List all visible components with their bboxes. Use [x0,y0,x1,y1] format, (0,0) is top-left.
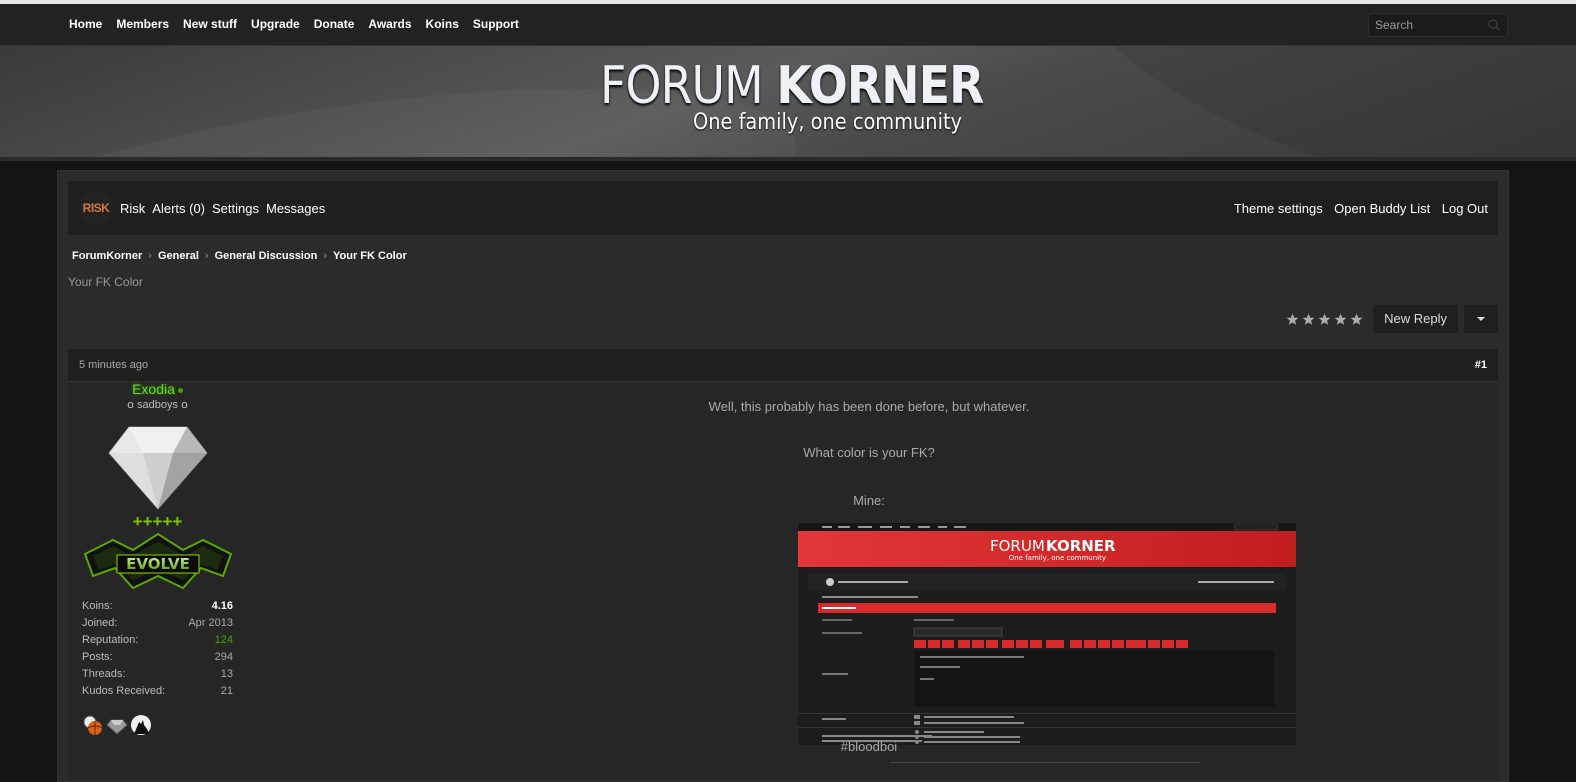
star-icon[interactable] [1334,313,1347,326]
stat-label: Posts: [82,651,113,663]
post-text-line: Well, this probably has been done before… [708,399,1030,414]
stat-label: Reputation: [82,634,139,646]
post-text-line: Mine: [853,493,885,508]
breadcrumb-general[interactable]: General [158,250,199,262]
post-header: 5 minutes ago #1 [68,349,1498,382]
stat-value: 21 [220,685,233,697]
star-icon[interactable] [1350,313,1363,326]
chevron-right-icon: › [323,250,327,262]
stat-value: 4.16 [211,600,233,612]
username-link[interactable]: Risk [120,201,145,216]
thread-toolbar: New Reply [1283,305,1498,333]
wolf-moon-award-icon[interactable] [130,714,152,736]
nav-new-stuff[interactable]: New stuff [176,4,244,45]
logo-tagline: One family, one community [693,110,962,135]
settings-link[interactable]: Settings [212,201,259,216]
breadcrumb-forumkorner[interactable]: ForumKorner [72,250,142,262]
post-number-link[interactable]: #1 [1475,359,1487,371]
author-stats: Koins: 4.16 Joined: Apr 2013 Reputation: 12… [80,598,235,700]
new-reply-button[interactable]: New Reply [1373,305,1458,333]
thread-title: Your FK Color [68,275,143,289]
stat-row: Posts: 294 [80,649,235,666]
post-hashtag: #bloodboi [840,739,898,754]
signature-divider [890,762,1200,763]
nav-koins[interactable]: Koins [419,4,466,45]
stat-value: 13 [220,668,233,680]
nav-awards[interactable]: Awards [361,4,418,45]
forum-banner: FORUM KORNER One family, one community [0,46,1576,161]
author-name-text: Exodia [132,381,175,397]
author-awards [80,714,235,736]
screenshot-image: FORUM KORNER One family, one community [798,523,1296,745]
stat-row: Joined: Apr 2013 [80,615,235,632]
user-avatar[interactable]: RISK [78,190,114,226]
search-input[interactable] [1369,17,1487,33]
forum-logo[interactable]: FORUM KORNER One family, one community [600,56,984,135]
breadcrumb-general-discussion[interactable]: General Discussion [215,250,318,262]
author-usertitle: ໐ sadboys ໐ [126,399,189,411]
alerts-link[interactable]: Alerts (0) [152,201,205,216]
chevron-right-icon: › [148,250,152,262]
rank-banner-evolve: EVOLVE [83,532,232,590]
basketball-award-icon[interactable] [82,714,104,736]
screenshot-tagline: One family, one community [1009,554,1106,562]
thread-rating [1283,313,1363,326]
nav-donate[interactable]: Donate [307,4,362,45]
stat-value[interactable]: 124 [215,632,233,649]
reputation-pluses: +++++ [132,512,183,531]
author-name[interactable]: Exodia [80,381,235,397]
chevron-right-icon: › [204,250,209,262]
logout-link[interactable]: Log Out [1442,201,1488,216]
theme-settings-link[interactable]: Theme settings [1234,201,1323,216]
stat-row: Koins: 4.16 [80,598,235,615]
breadcrumb-current-thread[interactable]: Your FK Color [333,250,407,262]
online-status-icon [177,387,183,393]
main-container: RISK Risk Alerts (0) Settings Messages T… [57,170,1509,782]
embedded-screenshot[interactable]: FORUM KORNER One family, one community [798,523,1296,745]
user-panel: RISK Risk Alerts (0) Settings Messages T… [68,181,1498,235]
nav-upgrade[interactable]: Upgrade [244,4,307,45]
screenshot-logo-bold: KORNER [1046,537,1116,555]
stat-label: Threads: [82,668,126,680]
diamond-avatar-icon[interactable] [107,425,209,511]
search-box [1368,13,1508,37]
screenshot-logo-light: FORUM [990,537,1045,555]
stat-label: Koins: [82,600,113,612]
stat-label: Kudos Received: [82,685,166,697]
stat-row: Kudos Received: 21 [80,683,235,700]
post: 5 minutes ago #1 Exodia ໐ sadboys ໐ ++++… [68,349,1498,781]
buddy-list-link[interactable]: Open Buddy List [1334,201,1430,216]
logo-text-light: FORUM [600,56,777,116]
author-profile: Exodia ໐ sadboys ໐ +++++ EVOLVE Koins: 4… [80,381,235,736]
nav-members[interactable]: Members [109,4,176,45]
post-text-line: What color is your FK? [803,445,935,460]
nav-home[interactable]: Home [62,4,109,45]
search-icon[interactable] [1487,18,1501,32]
stat-value: 294 [214,651,233,663]
rank-banner-text: EVOLVE [126,555,190,573]
messages-link[interactable]: Messages [266,201,325,216]
logo-text-bold: KORNER [776,56,984,116]
stat-label: Joined: [82,617,118,629]
stat-row: Reputation: 124 [80,632,235,649]
star-icon[interactable] [1286,313,1299,326]
stat-row: Threads: 13 [80,666,235,683]
caret-down-icon [1477,317,1485,321]
star-icon[interactable] [1318,313,1331,326]
top-navigation: Home Members New stuff Upgrade Donate Aw… [0,4,1576,46]
nav-support[interactable]: Support [466,4,526,45]
thread-options-dropdown[interactable] [1464,305,1498,333]
star-icon[interactable] [1302,313,1315,326]
diamond-award-icon[interactable] [106,714,128,736]
stat-value: Apr 2013 [188,617,233,629]
post-timestamp: 5 minutes ago [79,359,149,371]
breadcrumb: ForumKorner › General › General Discussi… [72,250,407,262]
